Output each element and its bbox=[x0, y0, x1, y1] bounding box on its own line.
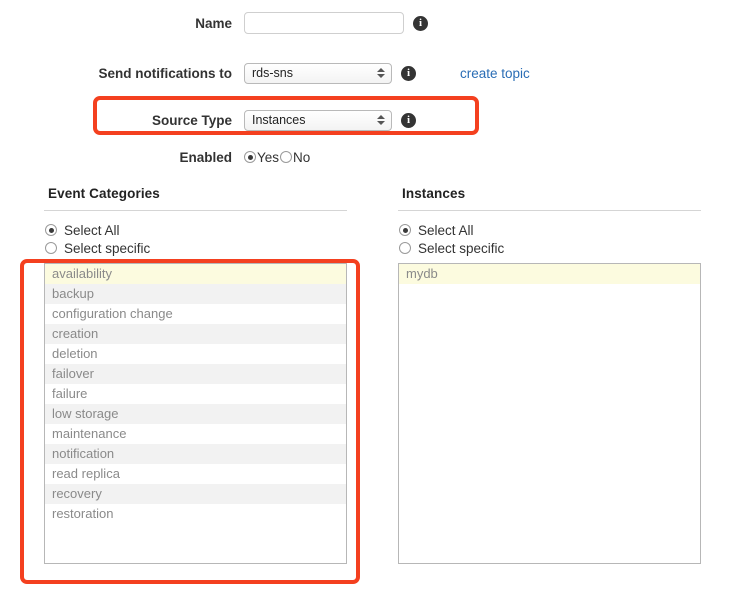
radio-yes-label: Yes bbox=[257, 149, 280, 165]
list-item[interactable]: availability bbox=[45, 264, 346, 284]
event-categories-select-specific[interactable]: Select specific bbox=[45, 239, 347, 257]
info-icon[interactable]: i bbox=[413, 15, 428, 31]
radio-select-specific-label: Select specific bbox=[418, 240, 505, 256]
list-item[interactable]: creation bbox=[45, 324, 346, 344]
radio-select-all-label: Select All bbox=[64, 222, 120, 238]
enabled-radio-no[interactable]: No bbox=[280, 150, 311, 165]
source-type-control-group: Instances i bbox=[244, 109, 416, 131]
info-icon[interactable]: i bbox=[401, 65, 416, 81]
event-categories-scope-radios: Select All Select specific bbox=[45, 221, 347, 257]
source-type-select[interactable]: Instances bbox=[244, 109, 392, 131]
list-item[interactable]: read replica bbox=[45, 464, 346, 484]
instances-select-specific[interactable]: Select specific bbox=[399, 239, 701, 257]
enabled-radio-yes[interactable]: Yes bbox=[244, 150, 280, 165]
event-categories-listbox[interactable]: availability backup configuration change cr… bbox=[44, 263, 347, 564]
divider bbox=[44, 210, 347, 211]
form-row-source-type: Source Type Instances i bbox=[0, 105, 739, 135]
source-type-select-value: Instances bbox=[252, 113, 306, 127]
instances-title: Instances bbox=[402, 186, 466, 201]
sns-topic-select-value: rds-sns bbox=[252, 66, 293, 80]
name-control-group: i bbox=[244, 12, 428, 34]
list-item[interactable]: restoration bbox=[45, 504, 346, 524]
radio-select-all-indicator[interactable] bbox=[399, 224, 411, 236]
form-row-send-notifications-to: Send notifications to rds-sns i create t… bbox=[0, 58, 739, 88]
radio-select-all-label: Select All bbox=[418, 222, 474, 238]
name-label: Name bbox=[195, 15, 232, 31]
send-notifications-to-control-group: rds-sns i create topic bbox=[244, 62, 530, 84]
list-item[interactable]: failover bbox=[45, 364, 346, 384]
radio-select-specific-indicator[interactable] bbox=[399, 242, 411, 254]
enabled-label: Enabled bbox=[179, 149, 232, 165]
name-input[interactable] bbox=[244, 12, 404, 34]
send-notifications-to-label: Send notifications to bbox=[98, 65, 233, 81]
list-item[interactable]: low storage bbox=[45, 404, 346, 424]
list-item[interactable]: deletion bbox=[45, 344, 346, 364]
radio-yes-indicator[interactable] bbox=[244, 151, 256, 163]
instances-panel: Instances Select All Select specific myd… bbox=[398, 186, 701, 564]
create-topic-link[interactable]: create topic bbox=[460, 66, 530, 81]
radio-select-all-indicator[interactable] bbox=[45, 224, 57, 236]
event-categories-title: Event Categories bbox=[48, 186, 160, 201]
list-item[interactable]: recovery bbox=[45, 484, 346, 504]
chevron-updown-icon bbox=[376, 113, 385, 127]
form-row-enabled: Enabled Yes No bbox=[0, 142, 739, 172]
source-type-label: Source Type bbox=[151, 112, 232, 128]
list-item[interactable]: maintenance bbox=[45, 424, 346, 444]
radio-select-specific-indicator[interactable] bbox=[45, 242, 57, 254]
event-categories-panel: Event Categories Select All Select speci… bbox=[44, 186, 347, 564]
list-item[interactable]: failure bbox=[45, 384, 346, 404]
instances-select-all[interactable]: Select All bbox=[399, 221, 701, 239]
radio-no-label: No bbox=[293, 149, 311, 165]
instances-listbox[interactable]: mydb bbox=[398, 263, 701, 564]
radio-no-indicator[interactable] bbox=[280, 151, 293, 163]
event-categories-select-all[interactable]: Select All bbox=[45, 221, 347, 239]
form-row-name: Name i bbox=[0, 8, 739, 38]
chevron-updown-icon bbox=[376, 66, 385, 80]
notification-form: Name i Send notifications to rds-sns i c… bbox=[0, 0, 739, 180]
enabled-control-group: Yes No bbox=[244, 150, 311, 165]
list-item[interactable]: notification bbox=[45, 444, 346, 464]
list-item[interactable]: configuration change bbox=[45, 304, 346, 324]
divider bbox=[398, 210, 701, 211]
instances-scope-radios: Select All Select specific bbox=[399, 221, 701, 257]
list-item[interactable]: backup bbox=[45, 284, 346, 304]
list-item[interactable]: mydb bbox=[399, 264, 700, 284]
info-icon[interactable]: i bbox=[401, 112, 416, 128]
radio-select-specific-label: Select specific bbox=[64, 240, 151, 256]
sns-topic-select[interactable]: rds-sns bbox=[244, 62, 392, 84]
